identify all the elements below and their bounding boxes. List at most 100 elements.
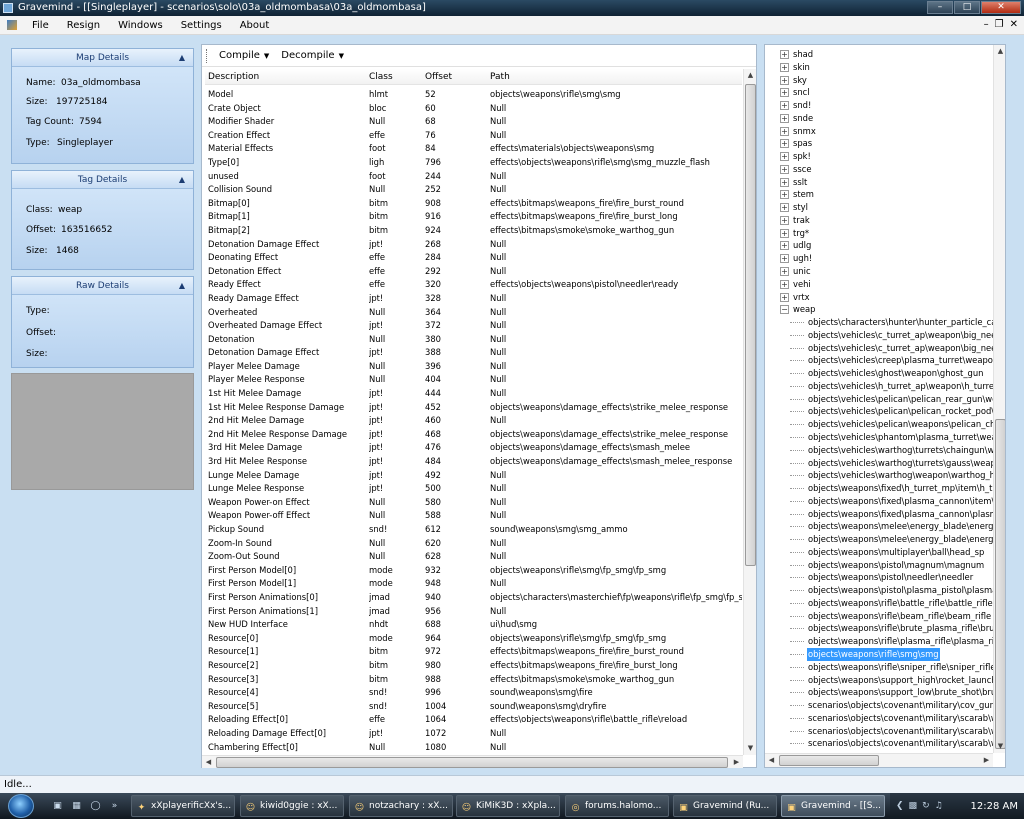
table-row[interactable]: Reloading Damage Effect[0] jpt! 1072 Null bbox=[205, 727, 742, 741]
tree-leaf[interactable]: objects\weapons\support_high\rocket_laun… bbox=[765, 674, 993, 687]
tree-leaf[interactable]: objects\weapons\pistol\needler\needler bbox=[765, 571, 993, 584]
tree-leaf[interactable]: objects\vehicles\phantom\plasma_turret\w… bbox=[765, 431, 993, 444]
column-header-offset[interactable]: Offset bbox=[425, 72, 452, 82]
expand-icon[interactable]: + bbox=[780, 177, 789, 187]
tree-leaf[interactable]: objects\vehicles\ghost\weapon\ghost_gun bbox=[765, 367, 993, 380]
table-row[interactable]: Resource[0] mode 964 objects\weapons\rifle\… bbox=[205, 632, 742, 646]
show-desktop-icon[interactable]: ▣ bbox=[50, 799, 65, 813]
tray-expand-icon[interactable]: ❮ bbox=[896, 801, 904, 811]
table-row[interactable]: Weapon Power-off Effect Null 588 Null bbox=[205, 509, 742, 523]
tag-details-header[interactable]: Tag Details ▲ bbox=[12, 171, 193, 189]
scroll-thumb[interactable] bbox=[216, 757, 728, 768]
tree-node[interactable]: + unic bbox=[765, 265, 993, 278]
taskbar-button[interactable]: ▣ Gravemind - [[S... bbox=[781, 795, 885, 817]
table-row[interactable]: Resource[2] bitm 980 effects\bitmaps\weapon… bbox=[205, 659, 742, 673]
tree-node[interactable]: + stem bbox=[765, 188, 993, 201]
tree-leaf[interactable]: objects\vehicles\pelican\pelican_rear_gu… bbox=[765, 393, 993, 406]
toolbar-grip[interactable] bbox=[206, 48, 209, 63]
network-icon[interactable]: ▩ bbox=[909, 801, 918, 811]
scroll-up-icon[interactable]: ▲ bbox=[744, 69, 757, 82]
menu-about[interactable]: About bbox=[231, 16, 279, 35]
table-row[interactable]: Type[0] ligh 796 effects\objects\weapons\ri… bbox=[205, 156, 742, 170]
expand-icon[interactable]: + bbox=[780, 228, 789, 238]
table-row[interactable]: Reloading Effect[0] effe 1064 effects\objec… bbox=[205, 713, 742, 727]
expand-icon[interactable]: + bbox=[780, 75, 789, 85]
maximize-button[interactable]: □ bbox=[954, 1, 980, 14]
tree-node[interactable]: + snd! bbox=[765, 99, 993, 112]
table-row[interactable]: Resource[4] snd! 996 sound\weapons\smg\fire bbox=[205, 686, 742, 700]
table-row[interactable]: Player Melee Damage Null 396 Null bbox=[205, 360, 742, 374]
expand-icon[interactable]: + bbox=[780, 88, 789, 98]
column-header-class[interactable]: Class bbox=[369, 72, 393, 82]
tree-leaf[interactable]: objects\characters\hunter\hunter_particl… bbox=[765, 316, 993, 329]
tree-horizontal-scrollbar[interactable]: ◀ ▶ bbox=[765, 753, 993, 767]
volume-icon[interactable]: ♫ bbox=[935, 801, 943, 811]
tree-node-weap[interactable]: − weap bbox=[765, 303, 993, 316]
table-row[interactable]: 2nd Hit Melee Damage jpt! 460 Null bbox=[205, 414, 742, 428]
tree-leaf[interactable]: scenarios\objects\covenant\military\scar… bbox=[765, 725, 993, 738]
menu-windows[interactable]: Windows bbox=[109, 16, 172, 35]
collapse-chevron-icon[interactable]: ▲ bbox=[179, 171, 185, 189]
tree-node[interactable]: + trak bbox=[765, 214, 993, 227]
tree-leaf[interactable]: objects\vehicles\pelican\weapons\pelican… bbox=[765, 418, 993, 431]
table-row[interactable]: Player Melee Response Null 404 Null bbox=[205, 373, 742, 387]
table-row[interactable]: First Person Model[1] mode 948 Null bbox=[205, 577, 742, 591]
taskbar-button[interactable]: ☺ kiwid0ggie : xX... bbox=[240, 795, 344, 817]
close-button[interactable]: ✕ bbox=[981, 1, 1021, 14]
expand-icon[interactable]: + bbox=[780, 292, 789, 302]
start-button[interactable] bbox=[8, 794, 34, 818]
table-row[interactable]: Chambering Effect[0] Null 1080 Null bbox=[205, 741, 742, 755]
tree-node[interactable]: + spas bbox=[765, 137, 993, 150]
taskbar-button[interactable]: ☺ notzachary : xX... bbox=[349, 795, 453, 817]
taskbar-button[interactable]: ▣ Gravemind (Ru... bbox=[673, 795, 777, 817]
tree-leaf[interactable]: objects\weapons\fixed\h_turret_mp\item\h… bbox=[765, 482, 993, 495]
expand-icon[interactable]: + bbox=[780, 190, 789, 200]
table-row[interactable]: 3rd Hit Melee Damage jpt! 476 objects\weapo… bbox=[205, 441, 742, 455]
collapse-chevron-icon[interactable]: ▲ bbox=[179, 277, 185, 295]
menu-settings[interactable]: Settings bbox=[172, 16, 231, 35]
mdi-minimize-icon[interactable]: – bbox=[984, 19, 989, 30]
expand-icon[interactable]: + bbox=[780, 203, 789, 213]
tree-leaf[interactable]: objects\weapons\fixed\plasma_cannon\plas… bbox=[765, 508, 993, 521]
tree-node[interactable]: + shad bbox=[765, 48, 993, 61]
table-horizontal-scrollbar[interactable]: ◀ ▶ bbox=[202, 755, 743, 768]
table-row[interactable]: 1st Hit Melee Response Damage jpt! 452 obje… bbox=[205, 401, 742, 415]
table-row[interactable]: Modifier Shader Null 68 Null bbox=[205, 115, 742, 129]
table-row[interactable]: Detonation Null 380 Null bbox=[205, 333, 742, 347]
minimize-button[interactable]: – bbox=[927, 1, 953, 14]
more-icon[interactable]: » bbox=[107, 799, 122, 813]
raw-details-header[interactable]: Raw Details ▲ bbox=[12, 277, 193, 295]
tree-leaf[interactable]: objects\vehicles\warthog\turrets\gauss\w… bbox=[765, 457, 993, 470]
tree-node[interactable]: + skin bbox=[765, 61, 993, 74]
table-row[interactable]: Resource[5] snd! 1004 sound\weapons\smg\dry… bbox=[205, 700, 742, 714]
map-details-header[interactable]: Map Details ▲ bbox=[12, 49, 193, 67]
tree-leaf-selected[interactable]: objects\weapons\rifle\smg\smg bbox=[765, 647, 993, 661]
table-row[interactable]: Resource[1] bitm 972 effects\bitmaps\weapon… bbox=[205, 645, 742, 659]
tree-node[interactable]: + sncl bbox=[765, 86, 993, 99]
expand-icon[interactable]: + bbox=[780, 113, 789, 123]
table-row[interactable]: Detonation Damage Effect jpt! 388 Null bbox=[205, 346, 742, 360]
expand-icon[interactable]: + bbox=[780, 254, 789, 264]
expand-icon[interactable]: + bbox=[780, 139, 789, 149]
table-row[interactable]: Lunge Melee Damage jpt! 492 Null bbox=[205, 469, 742, 483]
expand-icon[interactable]: + bbox=[780, 279, 789, 289]
table-row[interactable]: First Person Animations[1] jmad 956 Null bbox=[205, 605, 742, 619]
tree-leaf[interactable]: scenarios\objects\covenant\military\scar… bbox=[765, 737, 993, 750]
switch-windows-icon[interactable]: ▦ bbox=[69, 799, 84, 813]
scroll-thumb[interactable] bbox=[995, 419, 1005, 749]
expand-icon[interactable]: + bbox=[780, 126, 789, 136]
table-row[interactable]: Bitmap[0] bitm 908 effects\bitmaps\weapons_… bbox=[205, 197, 742, 211]
expand-icon[interactable]: + bbox=[780, 101, 789, 111]
table-row[interactable]: Crate Object bloc 60 Null bbox=[205, 102, 742, 116]
tree-leaf[interactable]: objects\weapons\rifle\battle_rifle\battl… bbox=[765, 597, 993, 610]
tree-leaf[interactable]: objects\vehicles\h_turret_ap\weapon\h_tu… bbox=[765, 380, 993, 393]
collapse-chevron-icon[interactable]: ▲ bbox=[179, 49, 185, 67]
table-vertical-scrollbar[interactable]: ▲ ▼ bbox=[743, 69, 756, 755]
tree-leaf[interactable]: objects\weapons\melee\energy_blade\energ… bbox=[765, 520, 993, 533]
expand-icon[interactable]: + bbox=[780, 241, 789, 251]
tree-leaf[interactable]: objects\weapons\melee\energy_blade\energ… bbox=[765, 533, 993, 546]
tree-vertical-scrollbar[interactable]: ▲ ▼ bbox=[993, 45, 1005, 753]
mdi-restore-icon[interactable]: ❐ bbox=[995, 19, 1004, 30]
expand-icon[interactable]: + bbox=[780, 50, 789, 59]
table-row[interactable]: Bitmap[1] bitm 916 effects\bitmaps\weapons_… bbox=[205, 210, 742, 224]
